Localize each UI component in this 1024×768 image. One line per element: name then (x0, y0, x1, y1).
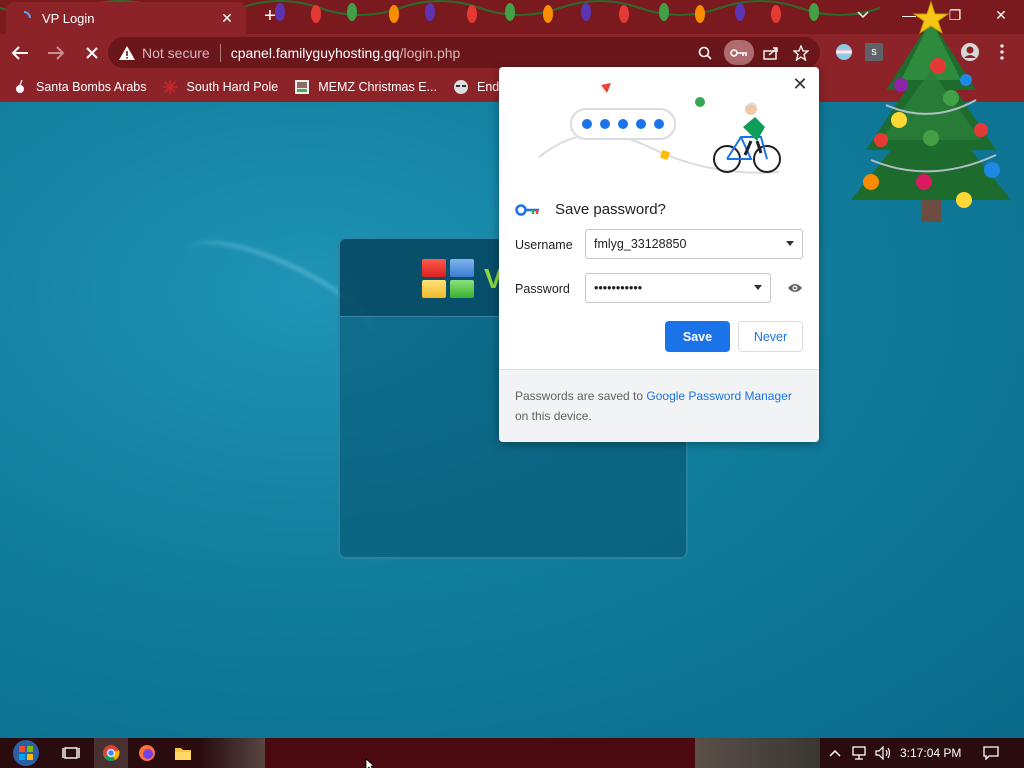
start-button[interactable] (6, 738, 46, 768)
action-center-button[interactable] (980, 738, 1002, 768)
key-icon (515, 204, 539, 216)
volume-button[interactable] (872, 738, 894, 768)
bookmark-label: South Hard Pole (186, 80, 279, 94)
profile-avatar[interactable] (960, 42, 980, 62)
mouse-cursor-icon (365, 758, 375, 768)
bomb-icon (12, 79, 28, 95)
share-icon (763, 47, 778, 60)
bookmark-memz-christmas[interactable]: MEMZ Christmas E... (294, 79, 437, 95)
windows-logo-icon (422, 259, 478, 299)
username-select[interactable]: fmlyg_33128850 (585, 229, 803, 259)
taskbar-firefox[interactable] (130, 738, 164, 768)
firefox-icon (139, 745, 155, 761)
notification-icon (983, 746, 999, 760)
share-button[interactable] (760, 42, 782, 64)
chevron-down-icon (754, 285, 762, 290)
loading-spinner-icon (23, 11, 31, 19)
task-view-button[interactable] (54, 738, 88, 768)
taskbar-wallpaper-blur (200, 738, 270, 768)
minimize-button[interactable]: — (886, 0, 932, 30)
new-tab-button[interactable]: + (258, 5, 282, 29)
eye-icon[interactable] (787, 282, 803, 294)
close-window-button[interactable]: ✕ (978, 0, 1024, 30)
memz-icon (294, 79, 310, 95)
forward-button[interactable] (40, 37, 72, 69)
password-select[interactable]: ••••••••••• (585, 273, 771, 303)
more-vert-icon (1000, 44, 1004, 60)
network-button[interactable] (848, 738, 870, 768)
menu-more-button[interactable] (992, 42, 1012, 62)
search-icon (698, 46, 712, 60)
dialog-title: Save password? (555, 201, 666, 218)
tab-title: VP Login (42, 10, 95, 26)
warning-icon (119, 45, 135, 60)
bookmark-santa-bombs[interactable]: Santa Bombs Arabs (12, 79, 146, 95)
windows-start-icon (13, 740, 39, 766)
taskbar-chrome[interactable] (94, 738, 128, 768)
password-illustration (538, 83, 781, 174)
save-password-dialog: ✕ Save password? Username fmlyg_33128850… (499, 67, 819, 442)
never-button[interactable]: Never (738, 321, 803, 352)
taskbar: 3:17:04 PM (0, 738, 1024, 768)
tab-vp-login[interactable]: VP Login ✕ (6, 2, 246, 34)
extension-s-icon[interactable]: s (864, 42, 884, 62)
chevron-down-icon (786, 241, 794, 246)
star-icon (793, 45, 809, 61)
address-bar[interactable]: Not secure cpanel.familyguyhosting.gq/lo… (108, 37, 820, 68)
username-value: fmlyg_33128850 (594, 237, 687, 251)
save-button[interactable]: Save (665, 321, 730, 352)
chevron-up-icon (829, 749, 841, 757)
taskbar-wallpaper-blur (695, 738, 820, 768)
forward-arrow-icon (48, 46, 65, 60)
back-arrow-icon (11, 46, 28, 60)
tab-close-icon[interactable]: ✕ (218, 10, 236, 27)
speaker-icon (875, 746, 891, 760)
extension-flag-icon[interactable] (834, 42, 854, 62)
close-icon (86, 47, 98, 59)
footer-text-prefix: Passwords are saved to (515, 389, 647, 403)
network-icon (852, 746, 866, 760)
google-password-manager-link[interactable]: Google Password Manager (646, 389, 791, 403)
maximize-button[interactable]: ❐ (932, 0, 978, 30)
url-path: /login.php (399, 44, 461, 61)
bookmark-star-button[interactable] (790, 42, 812, 64)
bookmark-label: MEMZ Christmas E... (318, 80, 437, 94)
chevron-down-icon (857, 11, 869, 19)
task-view-icon (62, 747, 80, 759)
folder-icon (175, 747, 191, 760)
bookmark-label: Santa Bombs Arabs (36, 80, 147, 94)
chrome-icon (103, 745, 120, 762)
omnibox-divider (219, 43, 221, 62)
taskbar-clock[interactable]: 3:17:04 PM (900, 746, 961, 760)
username-label: Username (515, 238, 573, 252)
password-value: ••••••••••• (594, 281, 643, 295)
key-icon (730, 48, 747, 57)
zoom-search-button[interactable] (694, 42, 716, 64)
footer-text-suffix: on this device. (515, 409, 592, 423)
dialog-footer: Passwords are saved to Google Password M… (499, 369, 819, 442)
title-bar: VP Login ✕ + — ❐ ✕ (0, 0, 1024, 34)
tab-search-button[interactable] (840, 0, 886, 30)
taskbar-file-explorer[interactable] (166, 738, 200, 768)
snowflake-icon (162, 79, 178, 95)
show-hidden-icons-button[interactable] (824, 738, 846, 768)
bookmark-south-hard-pole[interactable]: South Hard Pole (162, 79, 278, 95)
password-key-button[interactable] (724, 40, 754, 65)
security-label[interactable]: Not secure (142, 45, 210, 61)
stop-loading-button[interactable] (76, 37, 108, 69)
enderman-icon (453, 79, 469, 95)
back-button[interactable] (4, 37, 36, 69)
url-host: cpanel.familyguyhosting.gq (230, 44, 400, 61)
close-icon[interactable]: ✕ (789, 73, 811, 95)
password-label: Password (515, 282, 570, 296)
taskbar-empty-area (265, 738, 695, 768)
